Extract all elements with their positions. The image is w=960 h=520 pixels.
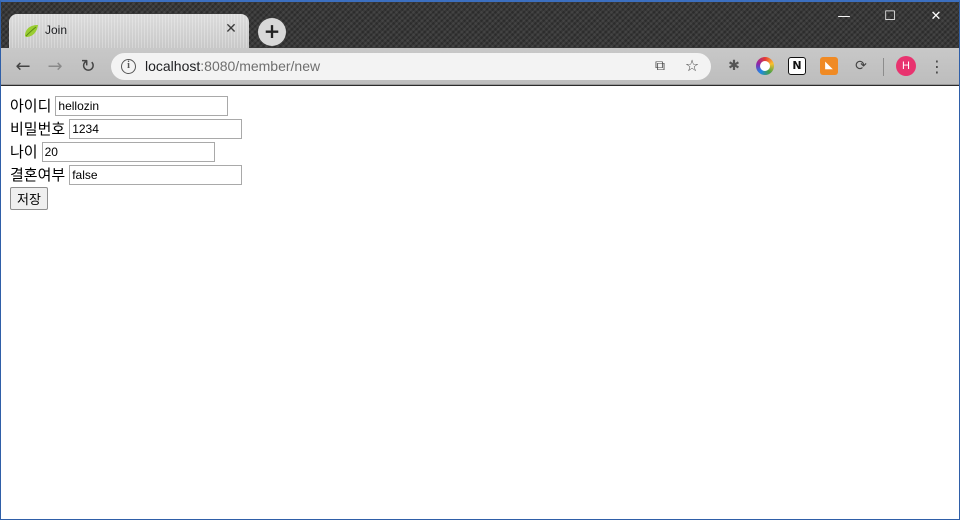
site-info-icon[interactable]: i <box>121 59 136 74</box>
id-label: 아이디 <box>10 97 52 115</box>
close-tab-icon[interactable]: ✕ <box>223 21 239 37</box>
color-picker-extension-icon[interactable] <box>756 57 774 75</box>
browser-window: Join ✕ + — ☐ ✕ ← → ↻ i localhost:8080/me… <box>0 0 960 520</box>
married-label: 결혼여부 <box>10 166 66 184</box>
browser-toolbar: ← → ↻ i localhost:8080/member/new ⧉ ☆ ✱ … <box>1 48 959 85</box>
back-arrow-icon[interactable]: ← <box>10 54 36 80</box>
tab-join[interactable]: Join ✕ <box>9 14 249 48</box>
page-content: 아이디 비밀번호 나이 결혼여부 저장 <box>1 86 959 519</box>
password-label: 비밀번호 <box>10 120 66 138</box>
age-label: 나이 <box>10 143 38 161</box>
save-button[interactable]: 저장 <box>10 187 48 210</box>
address-bar[interactable]: i localhost:8080/member/new ⧉ ☆ <box>111 53 711 80</box>
notion-extension-icon[interactable]: N <box>788 57 806 75</box>
url-host: localhost <box>145 58 201 74</box>
toolbar-divider <box>883 58 884 76</box>
spring-leaf-icon <box>25 25 38 37</box>
bug-extension-icon[interactable]: ✱ <box>725 57 743 75</box>
translate-icon[interactable]: ⧉ <box>651 57 669 75</box>
married-input[interactable] <box>69 164 243 185</box>
minimize-button[interactable]: — <box>821 6 867 28</box>
close-window-button[interactable]: ✕ <box>913 6 959 28</box>
reload-icon[interactable]: ↻ <box>75 54 101 80</box>
tab-strip: Join ✕ + — ☐ ✕ <box>1 2 959 48</box>
age-row: 나이 <box>10 140 242 163</box>
url-path: :8080/member/new <box>200 58 321 74</box>
age-input[interactable] <box>41 141 215 162</box>
password-input[interactable] <box>69 118 243 139</box>
id-row: 아이디 <box>10 94 242 117</box>
profile-avatar[interactable]: H <box>896 56 916 76</box>
id-input[interactable] <box>55 95 229 116</box>
tab-title: Join <box>45 23 68 37</box>
bookmark-star-icon[interactable]: ☆ <box>683 57 701 75</box>
menu-dots-icon[interactable]: ⋮ <box>929 54 945 80</box>
rss-extension-icon[interactable]: ◣ <box>820 57 838 75</box>
new-tab-button[interactable]: + <box>258 18 286 46</box>
sync-extension-icon[interactable]: ⟳ <box>852 57 870 75</box>
married-row: 결혼여부 <box>10 163 243 186</box>
maximize-button[interactable]: ☐ <box>867 6 913 28</box>
member-form: 아이디 비밀번호 나이 결혼여부 저장 <box>10 94 243 210</box>
url-text[interactable]: localhost:8080/member/new <box>145 58 320 74</box>
forward-arrow-icon[interactable]: → <box>42 54 68 80</box>
password-row: 비밀번호 <box>10 117 243 140</box>
